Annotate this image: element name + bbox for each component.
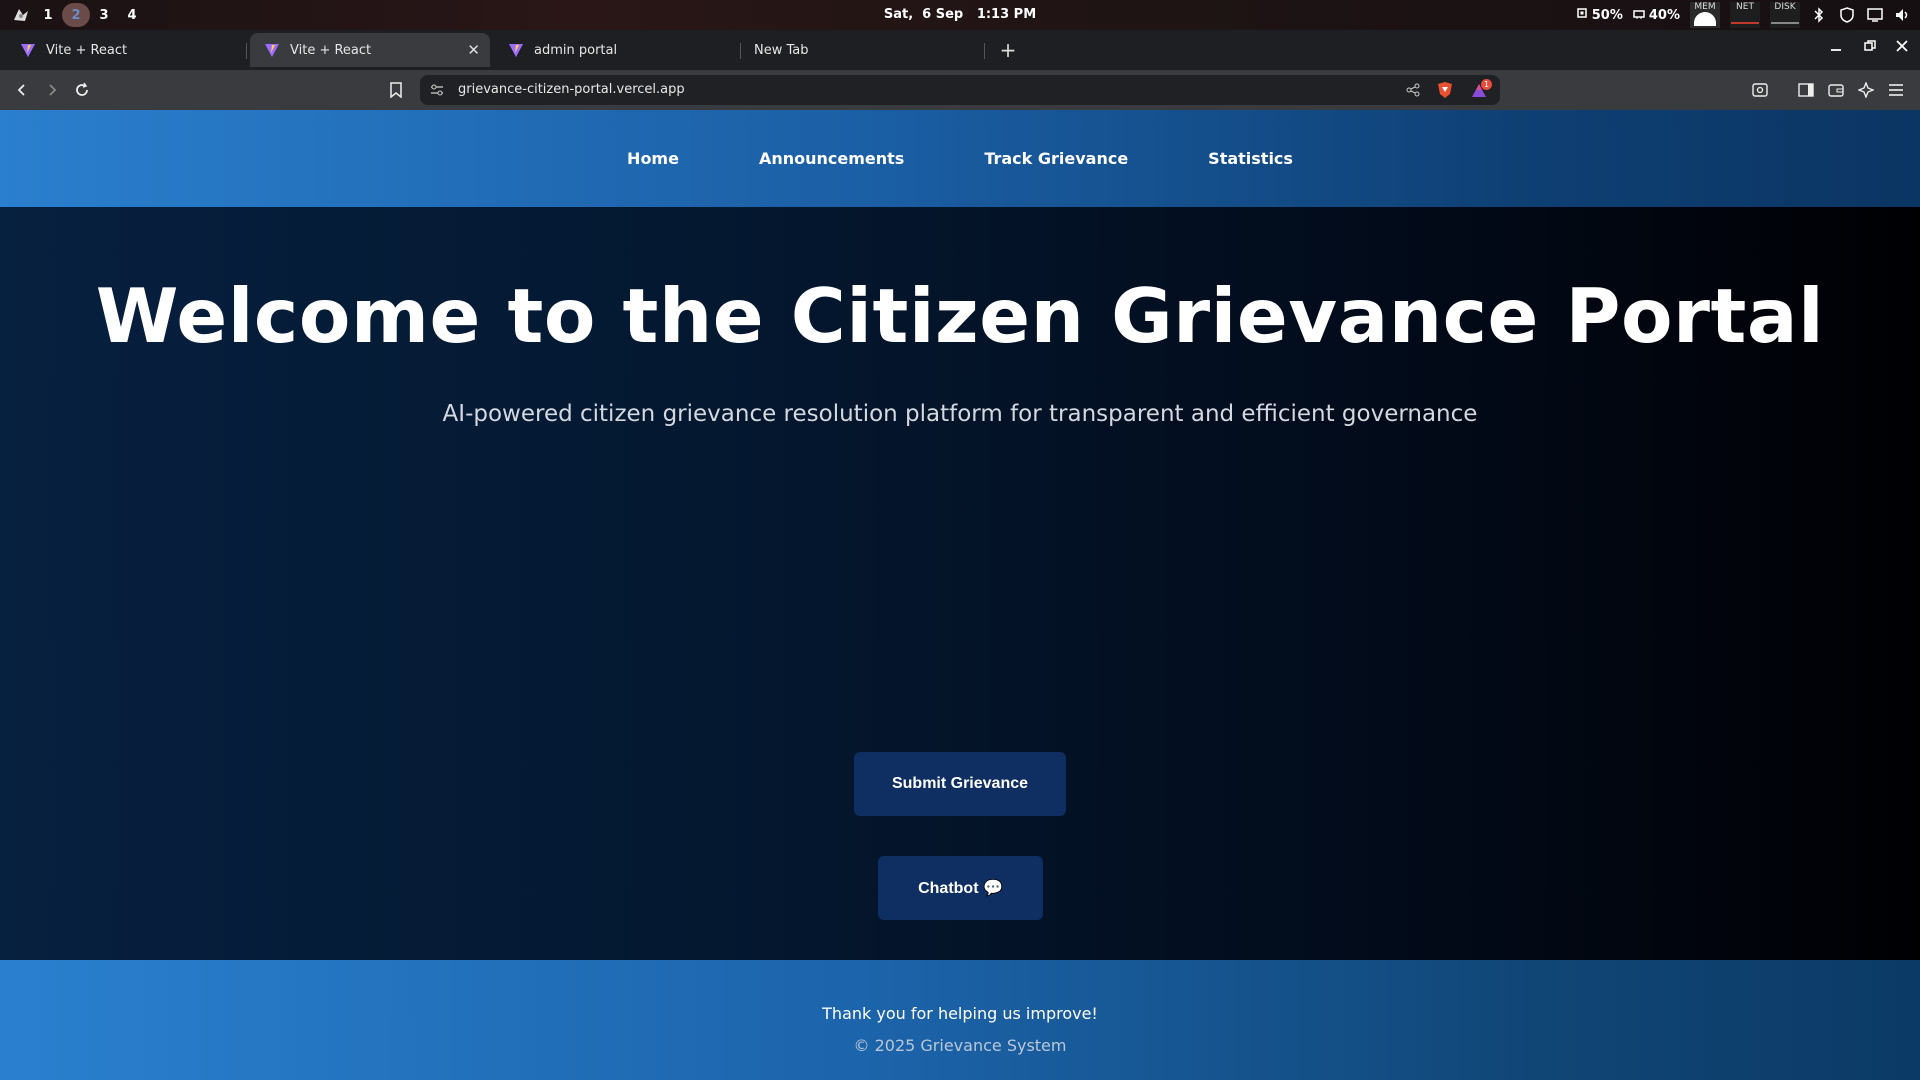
disk-monitor-label: DISK <box>1774 2 1796 12</box>
volume-icon[interactable] <box>1894 6 1912 24</box>
tab-title: admin portal <box>534 42 618 58</box>
cpu-value: 50% <box>1591 7 1623 23</box>
net-monitor-label: NET <box>1736 2 1754 12</box>
disk-graph <box>1771 22 1799 24</box>
os-top-bar: 1 2 3 4 Sat, 6 Sep 1:13 PM 50% 40% MEM N… <box>0 0 1920 30</box>
mem-monitor[interactable]: MEM <box>1690 2 1720 28</box>
nav-track-grievance[interactable]: Track Grievance <box>944 149 1168 168</box>
hero-title: Welcome to the Citizen Grievance Portal <box>95 272 1825 360</box>
tab-title: Vite + React <box>46 42 128 58</box>
tab-title: Vite + React <box>290 42 372 58</box>
tab-vite-react-1[interactable]: Vite + React <box>6 33 244 67</box>
minimize-icon[interactable] <box>1826 40 1846 56</box>
tab-divider <box>984 43 985 59</box>
close-window-icon[interactable] <box>1892 40 1912 56</box>
web-page: Home Announcements Track Grievance Stati… <box>0 110 1920 1080</box>
close-tab-icon[interactable]: ✕ <box>467 41 480 59</box>
address-bar[interactable]: grievance-citizen-portal.vercel.app 1 <box>420 75 1500 105</box>
bluetooth-icon[interactable] <box>1810 6 1828 24</box>
tab-divider <box>246 43 247 59</box>
disk-monitor[interactable]: DISK <box>1770 2 1800 28</box>
footer-thanks: Thank you for helping us improve! <box>822 1004 1098 1023</box>
bookmark-icon[interactable] <box>384 78 408 102</box>
wallet-icon[interactable] <box>1824 78 1848 102</box>
tab-admin-portal[interactable]: admin portal <box>494 33 734 67</box>
net-monitor[interactable]: NET <box>1730 2 1760 28</box>
workspace-4[interactable]: 4 <box>118 3 146 27</box>
site-settings-icon[interactable] <box>428 81 446 99</box>
screenshot-icon[interactable] <box>1748 78 1772 102</box>
sidebar-toggle-icon[interactable] <box>1794 78 1818 102</box>
new-tab-plus-icon[interactable]: + <box>994 36 1022 64</box>
workspace-2[interactable]: 2 <box>62 3 90 27</box>
submit-grievance-button[interactable]: Submit Grievance <box>854 752 1066 816</box>
tab-new-tab[interactable]: New Tab <box>740 33 980 67</box>
system-clock[interactable]: Sat, 6 Sep 1:13 PM <box>884 7 1036 22</box>
vite-favicon-icon <box>509 44 523 57</box>
vite-favicon-icon <box>265 44 279 57</box>
distro-logo-icon[interactable] <box>8 4 34 26</box>
chatbot-button[interactable]: Chatbot 💬 <box>878 856 1043 920</box>
browser-tab-strip: Vite + React Vite + React ✕ admin portal… <box>0 30 1920 70</box>
net-graph <box>1731 22 1759 24</box>
tab-vite-react-active[interactable]: Vite + React ✕ <box>250 33 490 67</box>
site-footer: Thank you for helping us improve! © 2025… <box>0 960 1920 1080</box>
url-text[interactable]: grievance-citizen-portal.vercel.app <box>458 82 685 97</box>
cpu-indicator[interactable]: 50% <box>1576 7 1623 23</box>
ram-icon <box>1633 8 1645 23</box>
back-icon[interactable] <box>10 78 34 102</box>
browser-toolbar: grievance-citizen-portal.vercel.app 1 <box>0 70 1920 110</box>
ram-indicator[interactable]: 40% <box>1633 8 1680 23</box>
tab-title: New Tab <box>754 42 809 58</box>
restore-icon[interactable] <box>1860 40 1880 56</box>
nav-home[interactable]: Home <box>587 149 719 168</box>
nav-announcements[interactable]: Announcements <box>719 149 944 168</box>
brave-shield-icon[interactable] <box>1436 81 1454 99</box>
footer-copyright: © 2025 Grievance System <box>853 1036 1067 1055</box>
menu-hamburger-icon[interactable] <box>1884 78 1908 102</box>
cpu-icon <box>1576 7 1588 23</box>
forward-icon[interactable] <box>40 78 64 102</box>
nav-statistics[interactable]: Statistics <box>1168 149 1333 168</box>
workspace-1[interactable]: 1 <box>34 3 62 27</box>
mem-monitor-label: MEM <box>1694 2 1716 12</box>
site-navbar: Home Announcements Track Grievance Stati… <box>0 110 1920 207</box>
mem-pie-icon <box>1694 12 1716 26</box>
workspace-3[interactable]: 3 <box>90 3 118 27</box>
vite-favicon-icon <box>21 44 35 57</box>
rewards-badge: 1 <box>1481 79 1492 90</box>
ram-value: 40% <box>1648 7 1680 23</box>
shield-vpn-icon[interactable] <box>1838 6 1856 24</box>
share-icon[interactable] <box>1404 81 1422 99</box>
hero-section: Welcome to the Citizen Grievance Portal … <box>0 207 1920 960</box>
brave-rewards-icon[interactable]: 1 <box>1470 79 1492 99</box>
leo-ai-icon[interactable] <box>1854 78 1878 102</box>
hero-subtitle: AI-powered citizen grievance resolution … <box>442 401 1478 427</box>
display-icon[interactable] <box>1866 6 1884 24</box>
reload-icon[interactable] <box>70 78 94 102</box>
